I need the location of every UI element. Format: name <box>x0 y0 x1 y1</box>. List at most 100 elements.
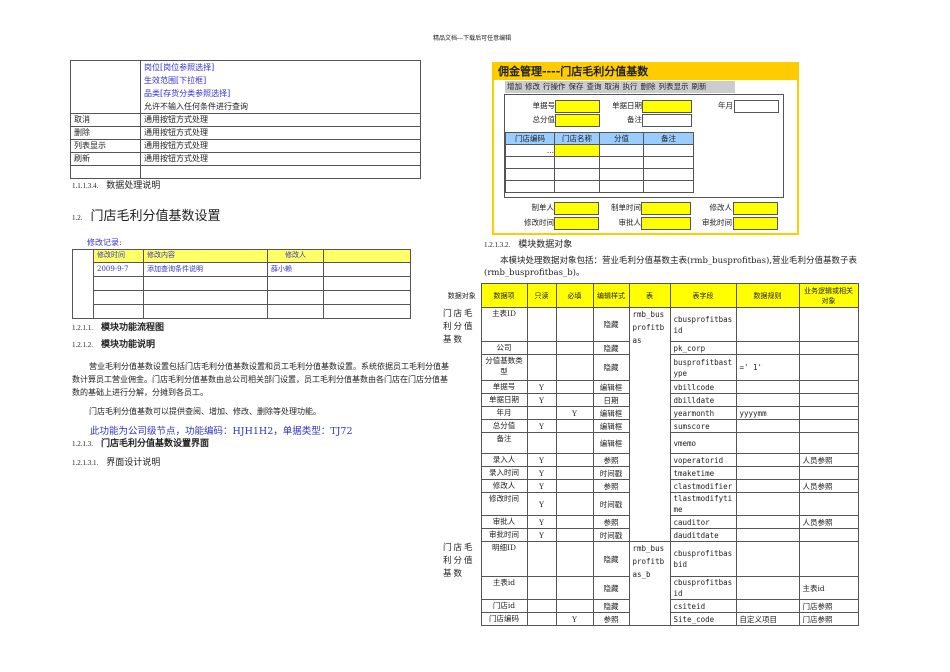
data-readonly-cell <box>526 576 557 600</box>
data-required-cell: Y <box>555 612 594 626</box>
toolbar-button[interactable]: 增加 <box>507 82 522 91</box>
data-readonly-cell <box>526 354 557 381</box>
data-style-cell: 参照 <box>592 612 630 626</box>
data-readonly-cell <box>526 307 557 342</box>
grid-cell[interactable] <box>554 180 600 193</box>
heading-data-processing: 1.1.1.3.4. 数据处理说明 <box>72 181 161 191</box>
para-line: 营业毛利分值基数设置包括门店毛利分值基数设置和员工毛利分值基数设置。系统依据员工… <box>89 362 449 371</box>
data-field-cell: pk_corp <box>669 341 737 355</box>
node-info: 此功能为公司级节点，功能编码：HJH1H2，单据类型：TJ72 <box>90 426 353 437</box>
data-logic-cell: 主表id <box>798 576 859 600</box>
data-readonly-cell <box>526 341 557 355</box>
grid-cell[interactable] <box>599 156 644 169</box>
approve-time-input[interactable] <box>733 217 778 230</box>
data-field-cell: vmemo <box>669 432 737 454</box>
revision-cell <box>323 304 411 319</box>
data-required-cell <box>555 393 594 407</box>
heading-ui-design: 1.2.1.3.1. 界面设计说明 <box>72 458 161 468</box>
grid-cell[interactable] <box>599 180 644 193</box>
label-make-time: 制单时间 <box>611 203 641 212</box>
data-logic-cell <box>798 466 859 480</box>
data-rule-cell <box>735 419 800 433</box>
grid-row <box>505 180 694 193</box>
form-mockup: 佣金管理----门店毛利分值基数 增加 修改 行操作 保存 查询 取消 执行 删除 列表显示 刷新… <box>492 62 799 235</box>
button-behavior-cell: 通用按钮方式处理 <box>140 152 421 166</box>
toolbar-button[interactable]: 保存 <box>569 82 584 91</box>
grid-cell[interactable] <box>554 156 600 169</box>
toolbar-button[interactable]: 取消 <box>605 82 620 91</box>
grid-cell[interactable] <box>554 144 600 157</box>
data-logic-cell <box>798 380 859 394</box>
toolbar-button[interactable]: 刷新 <box>692 82 707 91</box>
data-objects-intro: 本模块处理数据对象包括：营业毛利分值基数主表(rmb_busprofitbas)… <box>484 255 857 279</box>
revision-cell <box>267 276 324 291</box>
data-style-cell: 时间戳 <box>592 528 630 542</box>
data-required-cell <box>555 528 594 542</box>
grid-cell[interactable] <box>643 144 694 157</box>
data-field-cell: tmaketime <box>669 466 737 480</box>
toolbar-button[interactable]: 查询 <box>587 82 602 91</box>
grid-cell[interactable] <box>643 168 694 181</box>
revision-row <box>73 290 411 305</box>
data-readonly-cell <box>526 612 557 626</box>
grid-cell[interactable] <box>505 180 555 193</box>
button-name-cell: 列表显示 <box>70 139 141 153</box>
toolbar-button[interactable]: 删除 <box>641 82 656 91</box>
data-required-cell <box>555 453 594 467</box>
data-item-cell: 总分值 <box>480 419 528 433</box>
data-table-name-cell: rmb_busprofitbas <box>628 307 671 542</box>
toolbar-button[interactable]: 修改 <box>525 82 540 91</box>
grid-cell[interactable] <box>643 180 694 193</box>
data-field-cell: dbilldate <box>669 393 737 407</box>
data-rule-cell <box>735 453 800 467</box>
grid-cell[interactable] <box>554 168 600 181</box>
button-behavior-cell <box>140 165 421 179</box>
data-style-cell: 编辑框 <box>592 419 630 433</box>
data-item-cell: 修改时间 <box>480 492 528 516</box>
data-readonly-cell: Y <box>526 479 557 493</box>
grid-cell[interactable] <box>643 156 694 169</box>
revision-cell <box>143 290 268 305</box>
data-item-cell: 门店id <box>480 599 528 613</box>
data-object-cell: 门店毛利分值基数 <box>443 307 482 542</box>
revision-table: 修改时间 修改内容 修改人 2009-9-7 添加查询条件说明 薛小赖 <box>72 249 411 319</box>
toolbar-button[interactable]: 执行 <box>623 82 638 91</box>
data-header-cell: 数据对象 <box>443 283 482 308</box>
grid-cell[interactable]: ... <box>505 144 555 157</box>
label-approve-time: 审批时间 <box>702 218 732 227</box>
data-style-cell: 编辑框 <box>592 380 630 394</box>
label-bill-no: 单据号 <box>532 101 556 110</box>
heading-ui: 1.2.1.3. 门店毛利分值基数设置界面 <box>72 439 210 449</box>
toolbar-button[interactable]: 行操作 <box>543 82 566 91</box>
grid-row: ... <box>505 144 694 157</box>
grid-cell[interactable] <box>599 144 644 157</box>
paragraph-functions: 门店毛利分值基数可以提供查阅、增加、修改、删除等处理功能。 <box>89 407 321 416</box>
revision-label: 修改记录: <box>87 238 122 247</box>
data-readonly-cell: Y <box>526 393 557 407</box>
data-field-cell: cbusprofitbasid <box>669 307 737 342</box>
data-style-cell: 时间戳 <box>592 492 630 516</box>
revision-header-row: 修改时间 修改内容 修改人 <box>72 249 411 319</box>
toolbar-button[interactable]: 列表显示 <box>659 82 689 91</box>
data-field-cell: busprofitbastype <box>669 354 737 381</box>
grid-cell[interactable] <box>599 168 644 181</box>
data-logic-cell: 门店参照 <box>798 599 859 613</box>
data-style-cell: 编辑框 <box>592 432 630 454</box>
year-month-input[interactable] <box>734 100 779 113</box>
grid-row <box>505 168 694 181</box>
data-item-cell: 单据号 <box>480 380 528 394</box>
data-style-cell: 参照 <box>592 479 630 493</box>
revision-header-cell <box>323 249 411 263</box>
para-line: 数计算员工营业佣金。门店毛利分值基数由总公司相关部门设置，员工毛利分值基数由各门… <box>72 375 448 384</box>
grid-cell[interactable] <box>505 168 555 181</box>
data-rule-cell <box>735 380 800 394</box>
grid-cell[interactable] <box>505 156 555 169</box>
revision-cell <box>323 276 411 291</box>
note-input[interactable] <box>642 114 692 127</box>
data-readonly-cell <box>526 432 557 454</box>
table-row <box>70 165 421 179</box>
data-field-cell: cbusprofitbasbid <box>669 541 737 577</box>
modifier-input[interactable] <box>733 202 778 215</box>
data-header-cell: 表字段 <box>669 283 737 308</box>
data-readonly-cell: Y <box>526 380 557 394</box>
